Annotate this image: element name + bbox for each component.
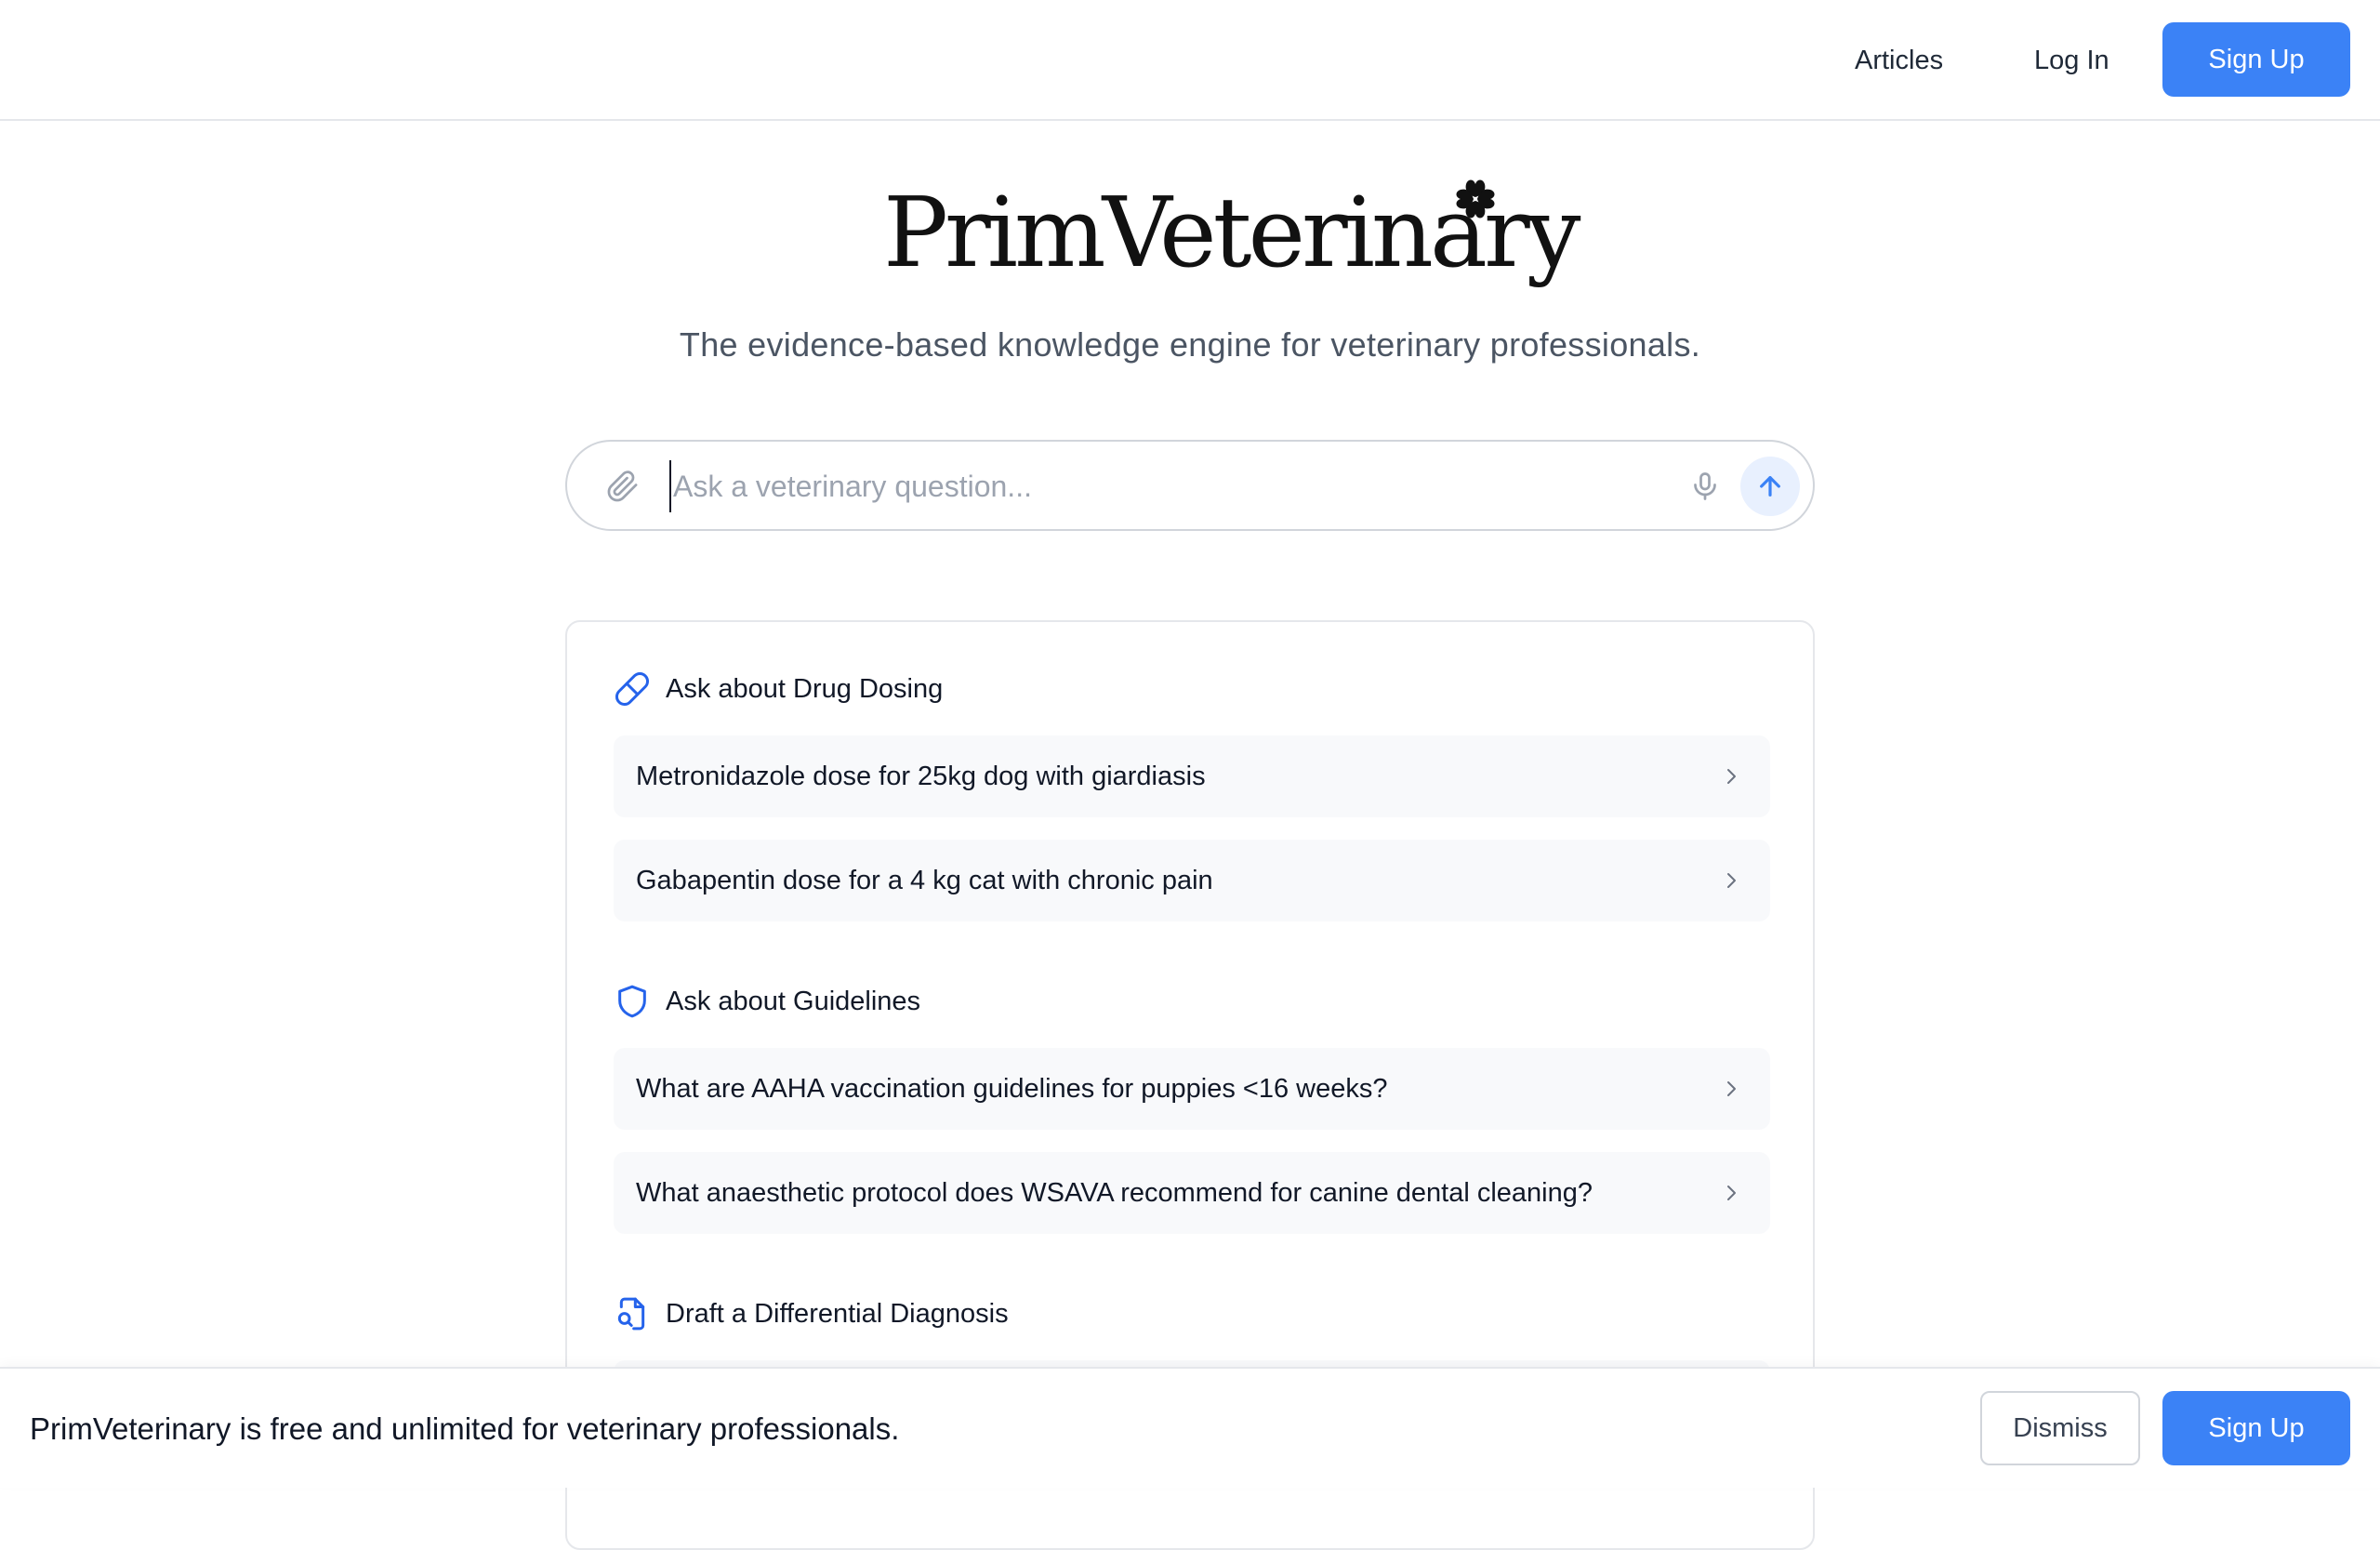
- brand-logo: PrimVeterinary: [883, 167, 1580, 298]
- suggestion-item[interactable]: Gabapentin dose for a 4 kg cat with chro…: [614, 840, 1770, 921]
- shield-icon: [618, 985, 646, 1018]
- send-button[interactable]: [1740, 457, 1800, 516]
- suggestion-item[interactable]: What are AAHA vaccination guidelines for…: [614, 1048, 1770, 1130]
- suggestion-label: What anaesthetic protocol does WSAVA rec…: [636, 1178, 1593, 1208]
- banner-signup-button[interactable]: Sign Up: [2162, 1391, 2350, 1465]
- nav-articles-link[interactable]: Articles: [1855, 37, 1943, 84]
- top-nav: Articles Log In Sign Up: [0, 0, 2380, 121]
- paperclip-icon[interactable]: [606, 470, 640, 503]
- nav-login-link[interactable]: Log In: [2034, 37, 2109, 84]
- section-title: Draft a Differential Diagnosis: [666, 1299, 1009, 1329]
- tagline: The evidence-based knowledge engine for …: [679, 325, 1701, 364]
- search-input[interactable]: [669, 460, 1646, 512]
- document-search-icon: [617, 1297, 645, 1331]
- chevron-right-icon: [1727, 1081, 1736, 1096]
- section-title: Ask about Guidelines: [666, 987, 921, 1016]
- section-title: Ask about Drug Dosing: [666, 674, 944, 704]
- chevron-right-icon: [1727, 769, 1736, 784]
- suggestion-item[interactable]: Metronidazole dose for 25kg dog with gia…: [614, 735, 1770, 817]
- logo-mark-icon: [1456, 179, 1495, 219]
- suggestion-label: What are AAHA vaccination guidelines for…: [636, 1074, 1388, 1104]
- arrow-up-icon: [1760, 476, 1780, 497]
- chevron-right-icon: [1727, 873, 1736, 888]
- signup-banner: PrimVeterinary is free and unlimited for…: [0, 1367, 2380, 1488]
- search-bar: [565, 440, 1815, 531]
- suggestion-label: Metronidazole dose for 25kg dog with gia…: [636, 762, 1206, 791]
- suggestion-label: Gabapentin dose for a 4 kg cat with chro…: [636, 866, 1213, 895]
- nav-signup-button[interactable]: Sign Up: [2162, 22, 2350, 97]
- pill-icon: [615, 672, 649, 706]
- dismiss-button[interactable]: Dismiss: [1980, 1391, 2140, 1465]
- banner-text: PrimVeterinary is free and unlimited for…: [30, 1411, 900, 1446]
- microphone-icon[interactable]: [1688, 470, 1722, 503]
- suggestion-item[interactable]: What anaesthetic protocol does WSAVA rec…: [614, 1152, 1770, 1234]
- chevron-right-icon: [1727, 1186, 1736, 1200]
